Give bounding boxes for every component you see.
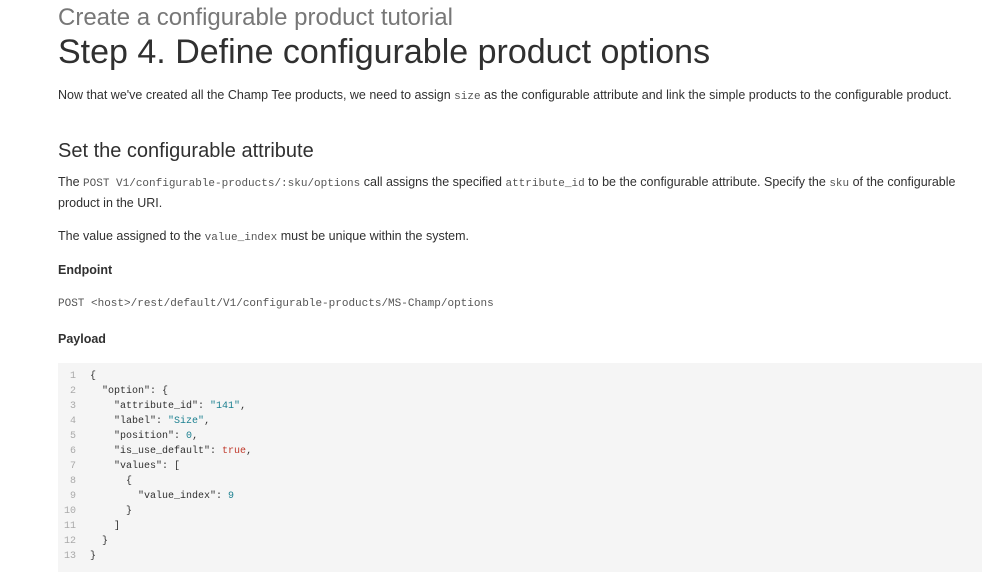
line-number: 12 bbox=[63, 536, 76, 547]
intro-paragraph: Now that we've created all the Champ Tee… bbox=[58, 88, 952, 103]
line-number: 4 bbox=[69, 416, 76, 427]
code-text: "value_index": 9 bbox=[138, 491, 235, 502]
section-heading: Set the configurable attribute bbox=[58, 140, 314, 162]
para2-text-1: The value assigned to the bbox=[58, 229, 205, 243]
code-text: "attribute_id": "141", bbox=[114, 401, 247, 412]
endpoint-url: POST <host>/rest/default/V1/configurable… bbox=[58, 298, 494, 310]
line-number: 7 bbox=[69, 461, 76, 472]
page-title: Step 4. Define configurable product opti… bbox=[58, 33, 711, 71]
code-text: } bbox=[90, 551, 97, 562]
line-number: 2 bbox=[69, 386, 76, 397]
line-number: 5 bbox=[69, 431, 76, 442]
code-text: "values": [ bbox=[114, 461, 181, 472]
para1-text-2: call assigns the specified bbox=[360, 175, 506, 189]
page-supertitle: Create a configurable product tutorial bbox=[58, 4, 453, 31]
inline-code-value-index: value_index bbox=[204, 232, 278, 244]
inline-code-attribute-id: attribute_id bbox=[505, 178, 585, 190]
code-text: } bbox=[90, 506, 133, 517]
inline-code-endpoint: POST V1/configurable-products/:sku/optio… bbox=[83, 178, 361, 190]
code-text: } bbox=[90, 536, 109, 547]
section-paragraph-1: The POST V1/configurable-products/:sku/o… bbox=[58, 173, 978, 213]
line-number: 10 bbox=[63, 506, 76, 517]
line-number: 6 bbox=[69, 446, 76, 457]
code-text: { bbox=[90, 476, 133, 487]
line-number: 1 bbox=[69, 371, 76, 382]
inline-code-sku: sku bbox=[829, 178, 850, 190]
payload-label: Payload bbox=[58, 332, 106, 346]
code-text: "option": { bbox=[102, 386, 169, 397]
code-block: 1 { 2 "option": { 3 "attribute_id": "141"… bbox=[58, 363, 982, 572]
intro-text-1: Now that we've created all the Champ Tee… bbox=[58, 88, 455, 102]
inline-code-size: size bbox=[454, 91, 481, 103]
line-number: 13 bbox=[63, 551, 76, 562]
para2-text-2: must be unique within the system. bbox=[277, 229, 470, 243]
line-number: 3 bbox=[69, 401, 76, 412]
section-paragraph-2: The value assigned to the value_index mu… bbox=[58, 227, 978, 248]
code-text: { bbox=[90, 371, 97, 382]
line-number: 11 bbox=[63, 521, 76, 532]
line-number: 8 bbox=[69, 476, 76, 487]
para1-text-3: to be the configurable attribute. Specif… bbox=[584, 175, 830, 189]
line-number: 9 bbox=[69, 491, 76, 502]
code-text: "label": "Size", bbox=[114, 416, 211, 427]
intro-text-2: as the configurable attribute and link t… bbox=[480, 88, 952, 102]
code-text: ] bbox=[90, 521, 121, 532]
para1-text-1: The bbox=[58, 175, 84, 189]
code-text: "is_use_default": true, bbox=[114, 446, 253, 457]
code-text: "position": 0, bbox=[114, 431, 199, 442]
endpoint-label: Endpoint bbox=[58, 263, 113, 277]
